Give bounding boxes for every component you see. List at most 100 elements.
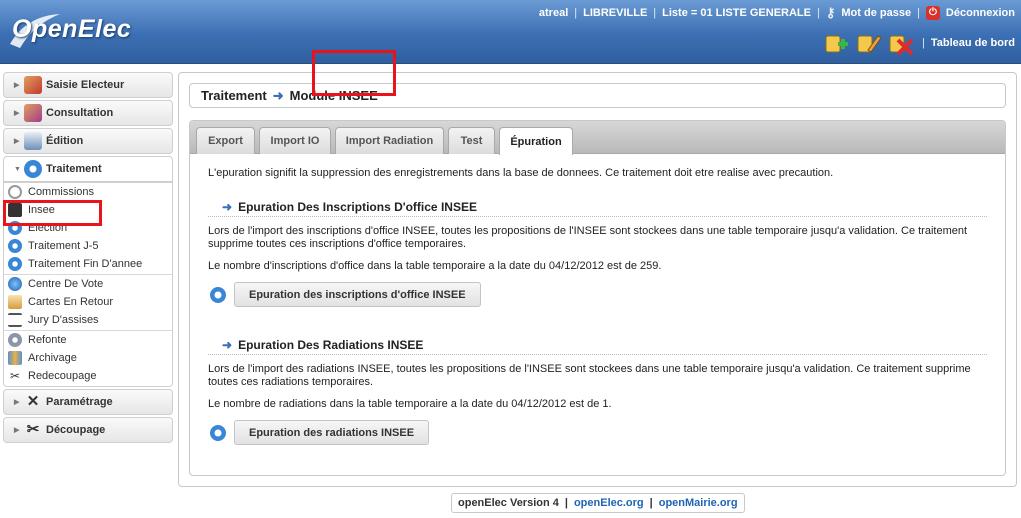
password-link[interactable]: Mot de passe <box>841 7 911 19</box>
item-label: Refonte <box>28 334 67 346</box>
footer-link-openmairie[interactable]: openMairie.org <box>659 497 738 509</box>
tab-import-radiation[interactable]: Import Radiation <box>335 127 444 154</box>
tab-panel: Export Import IO Import Radiation Test É… <box>189 120 1006 476</box>
section-title-text: Epuration Des Inscriptions D'office INSE… <box>238 199 477 214</box>
people-icon <box>24 104 42 122</box>
highlight-epuration-tab <box>312 50 396 96</box>
dashboard-link[interactable]: Tableau de bord <box>931 37 1015 49</box>
arrow-right-icon: ➜ <box>222 199 233 214</box>
section-inscriptions-title: ➜ Epuration Des Inscriptions D'office IN… <box>208 197 987 217</box>
sidebar-item-traitement-fin-annee[interactable]: Traitement Fin D'annee <box>4 255 172 273</box>
scissors-icon: ✂ <box>9 369 21 383</box>
sidebar-item-commissions[interactable]: Commissions <box>4 183 172 201</box>
footer-version: openElec Version 4 <box>458 497 559 509</box>
sidebar-item-archivage[interactable]: Archivage <box>4 349 172 367</box>
sidebar-item-redecoupage[interactable]: ✂ Redecoupage <box>4 367 172 385</box>
sidebar-item-jury-assises[interactable]: Jury D'assises <box>4 311 172 329</box>
section-inscriptions-desc: Lors de l'import des inscriptions d'offi… <box>208 225 968 250</box>
top-user-bar: atreal | LIBREVILLE | Liste = 01 LISTE G… <box>538 5 1015 20</box>
sidebar-item-traitement-j5[interactable]: Traitement J-5 <box>4 237 172 255</box>
breadcrumb-level1: Traitement <box>201 88 267 103</box>
menu-label: Saisie Electeur <box>46 79 125 91</box>
scissors-icon: ✂ <box>26 421 40 438</box>
gear-icon <box>24 160 42 178</box>
menu-label: Consultation <box>46 107 114 119</box>
tools-icon: ✕ <box>26 393 40 410</box>
people-icon <box>24 76 42 94</box>
main-panel: Traitement ➜ Module INSEE Export Import … <box>178 72 1017 487</box>
logout-link[interactable]: Déconnexion <box>946 7 1015 19</box>
menu-label: Traitement <box>46 163 102 175</box>
section-radiations-title: ➜ Epuration Des Radiations INSEE <box>208 335 987 355</box>
chevron-right-icon: ▶ <box>14 82 20 89</box>
footer: openElec Version 4 | openElec.org | open… <box>451 493 745 513</box>
chevron-right-icon: ▶ <box>14 427 20 434</box>
edit-icon[interactable] <box>856 30 882 56</box>
item-label: Traitement J-5 <box>28 240 99 252</box>
menu-traitement[interactable]: ▼ Traitement <box>3 156 173 182</box>
tab-bar: Export Import IO Import Radiation Test É… <box>190 121 1005 155</box>
inscriptions-action-row: Epuration des inscriptions d'office INSE… <box>208 282 987 307</box>
delete-icon[interactable] <box>888 30 914 56</box>
section-radiations-desc: Lors de l'import des radiations INSEE, t… <box>208 363 971 388</box>
item-label: Cartes En Retour <box>28 296 113 308</box>
section-title-text: Epuration Des Radiations INSEE <box>238 337 424 352</box>
radiations-action-row: Epuration des radiations INSEE <box>208 420 987 445</box>
gear-icon <box>8 333 22 347</box>
menu-consultation[interactable]: ▶ Consultation <box>3 100 173 126</box>
menu-decoupage[interactable]: ▶ ✂ Découpage <box>3 417 173 443</box>
menu-label: Paramétrage <box>46 396 113 408</box>
item-label: Traitement Fin D'annee <box>28 258 143 270</box>
globe-icon <box>8 277 22 291</box>
epuration-radiations-button[interactable]: Epuration des radiations INSEE <box>234 420 430 445</box>
menu-label: Édition <box>46 135 84 147</box>
chevron-right-icon: ▶ <box>14 138 20 145</box>
menu-edition[interactable]: ▶ Édition <box>3 128 173 154</box>
card-icon <box>8 295 22 309</box>
gear-icon <box>210 424 226 441</box>
chevron-right-icon: ▶ <box>14 399 20 406</box>
highlight-insee <box>3 200 102 226</box>
tab-import-io[interactable]: Import IO <box>259 127 331 154</box>
printer-icon <box>24 132 42 150</box>
gear-icon <box>8 239 22 253</box>
item-label: Archivage <box>28 352 77 364</box>
tab-content: L'epuration signifit la suppression des … <box>190 154 1005 445</box>
menu-label: Découpage <box>46 424 106 436</box>
menu-parametrage[interactable]: ▶ ✕ Paramétrage <box>3 389 173 415</box>
item-label: Jury D'assises <box>28 314 99 326</box>
item-label: Commissions <box>28 186 95 198</box>
gear-icon <box>210 286 226 303</box>
item-label: Redecoupage <box>28 370 97 382</box>
epuration-inscriptions-button[interactable]: Epuration des inscriptions d'office INSE… <box>234 282 481 307</box>
footer-link-openelec[interactable]: openElec.org <box>574 497 644 509</box>
item-label: Centre De Vote <box>28 278 104 290</box>
chevron-down-icon: ▼ <box>14 165 21 173</box>
search-icon <box>8 185 22 199</box>
toolbar: | Tableau de bord <box>824 30 1015 56</box>
sidebar-item-cartes-en-retour[interactable]: Cartes En Retour <box>4 293 172 311</box>
add-icon[interactable] <box>824 30 850 56</box>
chevron-right-icon: ▶ <box>14 110 20 117</box>
current-list: Liste = 01 LISTE GENERALE <box>662 7 811 19</box>
scales-icon <box>8 313 22 327</box>
menu-saisie-electeur[interactable]: ▶ Saisie Electeur <box>3 72 173 98</box>
tab-epuration[interactable]: Épuration <box>499 127 573 155</box>
username: atreal <box>538 7 569 19</box>
arrow-right-icon: ➜ <box>222 337 233 352</box>
app-logo[interactable]: OpenElec <box>12 15 131 44</box>
section-radiations-count: Le nombre de radiations dans la table te… <box>208 398 612 410</box>
app-header: OpenElec atreal | LIBREVILLE | Liste = 0… <box>0 0 1021 64</box>
tab-test[interactable]: Test <box>448 127 495 154</box>
intro-text: L'epuration signifit la suppression des … <box>208 167 834 179</box>
tab-export[interactable]: Export <box>196 127 255 154</box>
gear-icon <box>8 257 22 271</box>
sidebar-item-centre-de-vote[interactable]: Centre De Vote <box>4 275 172 293</box>
archive-icon <box>8 351 22 365</box>
section-inscriptions-count: Le nombre d'inscriptions d'office dans l… <box>208 260 662 272</box>
city-name: LIBREVILLE <box>583 7 648 19</box>
sidebar: ▶ Saisie Electeur ▶ Consultation ▶ Éditi… <box>3 72 173 445</box>
sidebar-item-refonte[interactable]: Refonte <box>4 331 172 349</box>
power-icon[interactable]: ⏻ <box>925 6 940 20</box>
arrow-right-icon: ➜ <box>272 87 284 103</box>
